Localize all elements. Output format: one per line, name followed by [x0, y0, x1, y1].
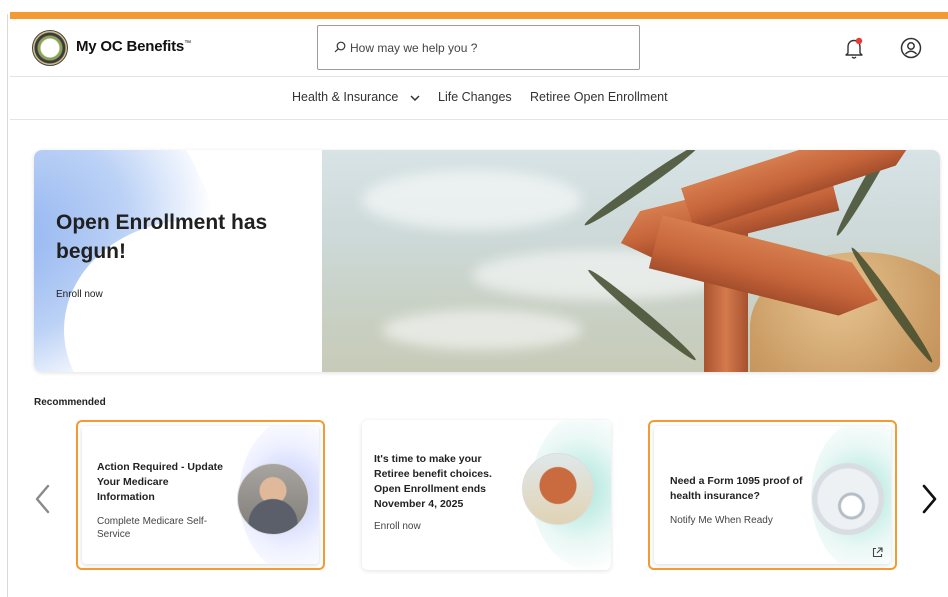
search-input[interactable] — [350, 38, 630, 58]
chevron-down-icon — [410, 95, 420, 101]
search-icon — [334, 41, 346, 53]
hero-title: Open Enrollment has begun! — [56, 211, 268, 263]
card-subtitle[interactable]: Notify Me When Ready — [670, 514, 800, 527]
external-link-icon[interactable] — [872, 547, 883, 558]
hero-signpost-image — [322, 150, 940, 372]
recommended-card-medicare[interactable]: Action Required - Update Your Medicare I… — [76, 420, 325, 570]
nav-health-insurance[interactable]: Health & Insurance — [292, 90, 420, 104]
hero-banner: Open Enrollment has begun! Enroll now — [34, 150, 940, 372]
bell-icon[interactable] — [843, 36, 865, 60]
recommended-card-retiree-enrollment[interactable]: It's time to make your Retiree benefit c… — [362, 420, 611, 570]
hero-enroll-link[interactable]: Enroll now — [56, 289, 103, 300]
recommended-card-form-1095[interactable]: Need a Form 1095 proof of health insuran… — [648, 420, 897, 570]
page-edge — [7, 14, 8, 597]
card-title: Need a Form 1095 proof of health insuran… — [670, 475, 803, 502]
site-header: My OC Benefits™ — [10, 19, 948, 77]
card-body: Action Required - Update Your Medicare I… — [82, 426, 319, 564]
signpost-photo — [522, 453, 594, 525]
card-subtitle[interactable]: Enroll now — [374, 520, 499, 533]
top-accent-bar — [10, 12, 948, 19]
card-subtitle[interactable]: Complete Medicare Self-Service — [97, 515, 222, 541]
account-icon[interactable] — [900, 37, 922, 59]
search-box[interactable] — [317, 25, 640, 70]
brand-name[interactable]: My OC Benefits™ — [76, 38, 191, 55]
hero-text-panel: Open Enrollment has begun! Enroll now — [34, 150, 322, 372]
senior-man-photo — [237, 463, 309, 535]
card-body: Need a Form 1095 proof of health insuran… — [654, 426, 891, 564]
card-title: Action Required - Update Your Medicare I… — [97, 461, 224, 503]
card-title: It's time to make your Retiree benefit c… — [374, 453, 492, 510]
carousel-pagination — [476, 591, 494, 597]
nav-retiree-open-enrollment[interactable]: Retiree Open Enrollment — [530, 90, 668, 104]
recommended-heading: Recommended — [34, 397, 106, 408]
chevron-right-icon[interactable] — [918, 482, 940, 516]
stethoscope-photo — [812, 463, 884, 535]
nav-life-changes[interactable]: Life Changes — [438, 90, 512, 104]
chevron-left-icon[interactable] — [32, 482, 54, 516]
main-nav: Health & Insurance Life Changes Retiree … — [10, 77, 948, 120]
county-seal-logo[interactable] — [32, 30, 68, 66]
